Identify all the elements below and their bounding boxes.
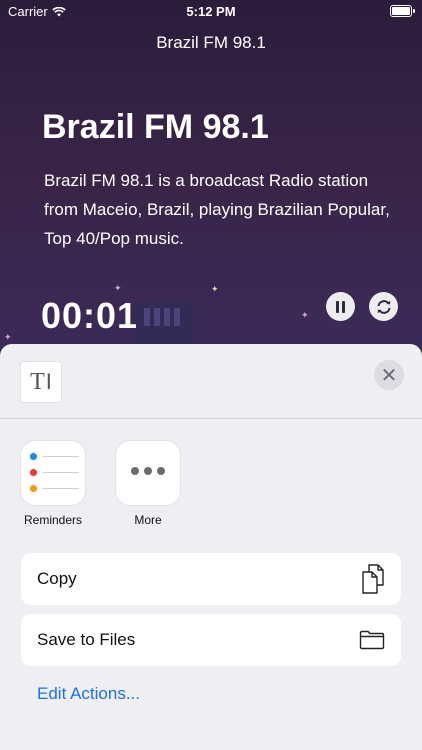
- action-label: Save to Files: [37, 630, 136, 649]
- refresh-icon: [377, 299, 390, 314]
- nav-title: Brazil FM 98.1: [156, 33, 266, 52]
- share-app-label: More: [134, 513, 162, 527]
- share-app-reminders[interactable]: Reminders: [20, 441, 86, 527]
- share-app-label: Reminders: [23, 513, 83, 527]
- sparkle-icon: ✦: [4, 332, 12, 342]
- share-sheet-header: TI ✕: [0, 344, 422, 419]
- close-icon: ✕: [380, 364, 398, 387]
- station-name: Brazil FM 98.1: [42, 108, 269, 146]
- battery-icon: [390, 5, 415, 17]
- sparkle-icon: ✦: [211, 284, 219, 294]
- status-bar: Carrier 5:12 PM: [0, 0, 422, 24]
- save-to-files-action[interactable]: Save to Files: [21, 614, 401, 666]
- station-description: Brazil FM 98.1 is a broadcast Radio stat…: [44, 171, 390, 248]
- share-sheet: TI ✕ Reminders More Copy Save to Files E…: [0, 344, 422, 750]
- action-label: Copy: [37, 569, 77, 588]
- share-app-more[interactable]: More: [115, 441, 181, 527]
- copy-action[interactable]: Copy: [21, 553, 401, 605]
- edit-actions-link[interactable]: Edit Actions...: [37, 684, 140, 704]
- status-time: 5:12 PM: [186, 4, 236, 19]
- reminders-icon: [21, 441, 85, 505]
- text-preview-thumbnail: TI: [21, 362, 61, 402]
- more-icon: [116, 441, 180, 505]
- text-preview-glyph: T: [30, 368, 45, 395]
- city-illustration: [136, 302, 194, 348]
- sparkle-icon: ✦: [114, 283, 122, 293]
- copy-icon: [362, 564, 384, 594]
- pause-button[interactable]: [326, 292, 355, 321]
- close-button[interactable]: ✕: [374, 360, 404, 390]
- refresh-button[interactable]: [369, 292, 398, 321]
- pause-icon: [336, 300, 345, 313]
- sparkle-icon: ✦: [301, 310, 309, 320]
- folder-icon: [359, 630, 385, 650]
- elapsed-time: 00:01: [41, 295, 139, 336]
